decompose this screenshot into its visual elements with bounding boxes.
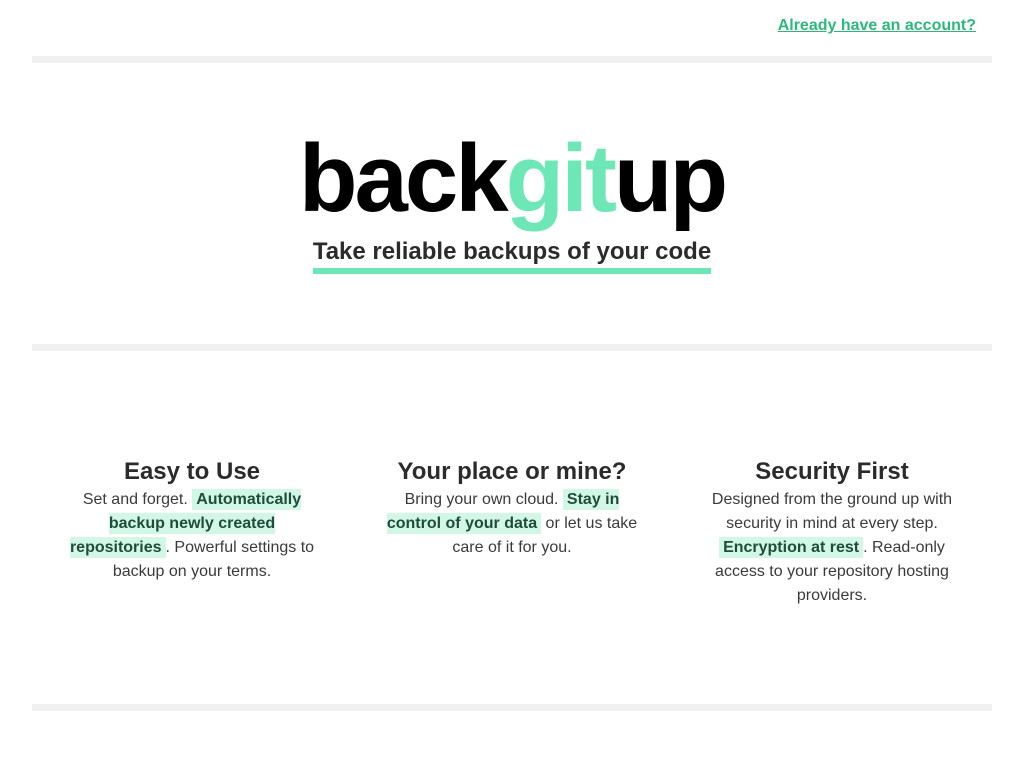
feature-title: Security First xyxy=(755,458,909,485)
middle-divider xyxy=(32,344,992,351)
top-divider xyxy=(32,56,992,63)
hero-section: backgitup Take reliable backups of your … xyxy=(0,124,1024,274)
logo-git: git xyxy=(505,125,617,232)
feature-text-before: Designed from the ground up with securit… xyxy=(711,491,953,532)
page: Already have an account? backgitup Take … xyxy=(0,0,1024,768)
already-have-account-link[interactable]: Already have an account? xyxy=(778,17,976,35)
feature-description: Designed from the ground up with securit… xyxy=(697,488,967,608)
feature-your-place-or-mine: Your place or mine? Bring your own cloud… xyxy=(377,458,647,560)
feature-title: Easy to Use xyxy=(123,458,261,485)
feature-highlight: Encryption at rest xyxy=(719,537,864,558)
logo-up: up xyxy=(613,125,728,232)
feature-description: Set and forget. Automatically backup new… xyxy=(57,488,327,584)
logo-back: back xyxy=(298,125,509,232)
feature-security-first: Security First Designed from the ground … xyxy=(697,458,967,608)
feature-description: Bring your own cloud. Stay in control of… xyxy=(377,488,647,560)
tagline: Take reliable backups of your code xyxy=(312,238,712,274)
feature-text-before: Bring your own cloud. xyxy=(404,491,563,508)
feature-text-before: Set and forget. xyxy=(82,491,193,508)
bottom-divider xyxy=(32,704,992,711)
feature-easy-to-use: Easy to Use Set and forget. Automaticall… xyxy=(57,458,327,584)
logo: backgitup xyxy=(298,124,728,234)
feature-title: Your place or mine? xyxy=(397,458,627,485)
